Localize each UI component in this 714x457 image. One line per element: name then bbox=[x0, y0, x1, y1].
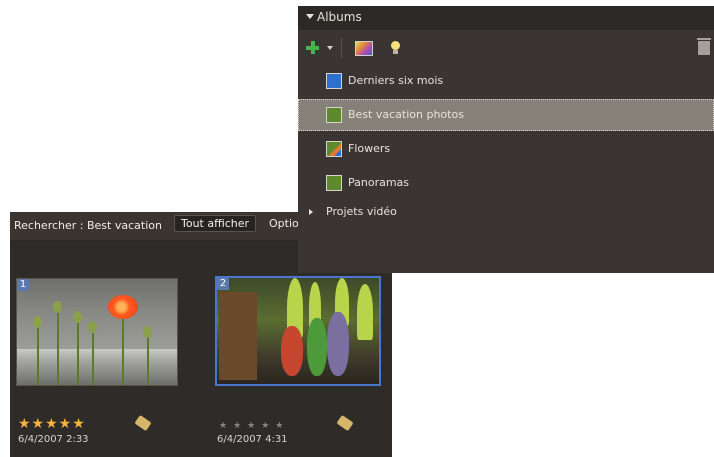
albums-toolbar bbox=[298, 33, 714, 61]
album-group-projets-video[interactable]: Projets vidéo bbox=[298, 203, 714, 223]
collapse-triangle-icon[interactable] bbox=[306, 14, 314, 19]
photo-stem bbox=[77, 319, 79, 385]
star-icon[interactable]: ★★★★★ bbox=[18, 416, 86, 432]
album-icon bbox=[326, 175, 342, 191]
album-item-derniers-six-mois[interactable]: Derniers six mois bbox=[298, 65, 714, 97]
photo-child bbox=[327, 312, 349, 376]
tag-icon[interactable] bbox=[134, 414, 152, 432]
options-menu[interactable]: Optio bbox=[269, 217, 299, 230]
photo-costume bbox=[307, 318, 327, 376]
photo-date: 6/4/2007 2:33 bbox=[18, 434, 89, 445]
photo-stem bbox=[92, 329, 94, 385]
albums-title: Albums bbox=[317, 10, 362, 24]
star-rating[interactable]: ★★★★★ bbox=[18, 416, 86, 432]
photo-leaf bbox=[357, 284, 373, 340]
photo-bud bbox=[33, 316, 42, 328]
album-icon bbox=[326, 141, 342, 157]
smart-album-icon bbox=[326, 73, 342, 89]
album-item-best-vacation-photos[interactable]: Best vacation photos bbox=[298, 99, 714, 131]
photo-door bbox=[219, 292, 257, 380]
album-label: Flowers bbox=[348, 142, 391, 155]
photo-stem bbox=[57, 309, 59, 385]
search-query-label: Rechercher : Best vacation bbox=[14, 219, 162, 232]
expand-triangle-icon[interactable] bbox=[309, 209, 313, 215]
show-all-button[interactable]: Tout afficher bbox=[174, 215, 257, 232]
photo-stem bbox=[147, 334, 149, 385]
kids-photo bbox=[217, 278, 379, 384]
toolbar-divider bbox=[341, 38, 342, 58]
chevron-down-icon[interactable] bbox=[327, 46, 333, 50]
album-label: Derniers six mois bbox=[348, 74, 444, 87]
photo-thumbnail[interactable]: 1 bbox=[16, 278, 178, 386]
album-item-flowers[interactable]: Flowers bbox=[298, 133, 714, 165]
album-group-label: Projets vidéo bbox=[326, 205, 397, 218]
thumbnail-card[interactable]: 2 ★★★★★ 6/4/2007 4:31 bbox=[215, 276, 381, 448]
photo-bud bbox=[73, 311, 82, 323]
thumbnail-card[interactable]: 1 ★★★★★ 6/4/2007 2:33 bbox=[16, 278, 182, 448]
albums-panel: Albums Derniers six mois Best vacation p… bbox=[298, 6, 714, 273]
flower-photo bbox=[17, 279, 177, 385]
photo-bud bbox=[88, 321, 97, 333]
tag-icon[interactable] bbox=[336, 414, 354, 432]
photo-wall bbox=[17, 349, 177, 385]
photo-poppy bbox=[108, 295, 138, 319]
photo-stem bbox=[37, 324, 39, 385]
photo-stem bbox=[122, 315, 124, 385]
album-item-panoramas[interactable]: Panoramas bbox=[298, 167, 714, 199]
star-icon[interactable]: ★★★★★ bbox=[219, 421, 289, 431]
photo-date: 6/4/2007 4:31 bbox=[217, 434, 288, 445]
album-label: Best vacation photos bbox=[348, 108, 464, 121]
plus-icon[interactable] bbox=[306, 41, 319, 54]
edit-icon[interactable] bbox=[355, 41, 373, 56]
albums-header[interactable]: Albums bbox=[298, 6, 714, 30]
lightbulb-icon[interactable] bbox=[391, 41, 400, 54]
thumbnail-number: 2 bbox=[217, 278, 229, 290]
photo-thumbnail[interactable]: 2 bbox=[215, 276, 381, 386]
trash-icon[interactable] bbox=[697, 38, 711, 55]
photo-child bbox=[281, 326, 303, 376]
album-icon bbox=[326, 107, 342, 123]
star-rating[interactable]: ★★★★★ bbox=[219, 416, 289, 432]
photo-bud bbox=[53, 301, 62, 313]
photo-bud bbox=[143, 326, 152, 338]
album-label: Panoramas bbox=[348, 176, 410, 189]
thumbnail-number: 1 bbox=[17, 279, 29, 291]
